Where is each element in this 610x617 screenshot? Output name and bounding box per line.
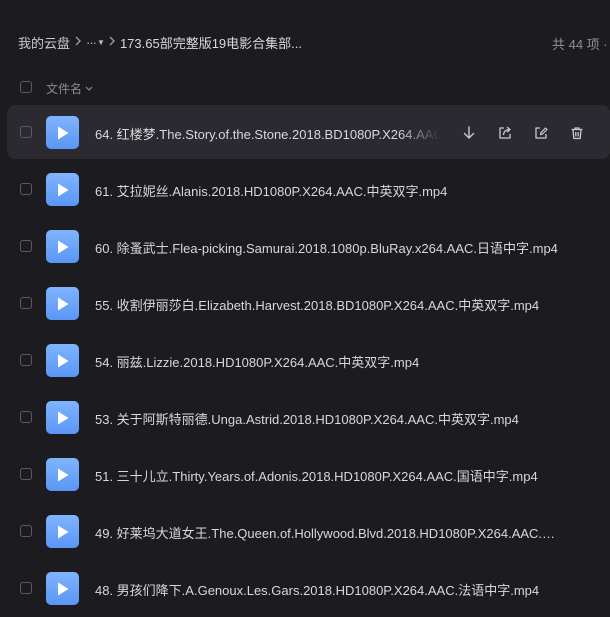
delete-icon <box>571 127 583 140</box>
download-button[interactable] <box>458 122 480 144</box>
select-all-checkbox[interactable] <box>20 81 32 93</box>
row-checkbox[interactable] <box>20 468 32 480</box>
chevron-down-icon <box>85 84 93 94</box>
file-row[interactable]: 64. 红楼梦.The.Story.of.the.Stone.2018.BD10… <box>0 104 610 161</box>
row-actions <box>458 122 602 144</box>
file-name[interactable]: 49. 好莱坞大道女王.The.Queen.of.Hollywood.Blvd.… <box>95 523 567 542</box>
video-play-icon <box>46 401 79 434</box>
row-checkbox[interactable] <box>20 126 32 138</box>
file-row[interactable]: 61. 艾拉妮丝.Alanis.2018.HD1080P.X264.AAC.中英… <box>0 161 610 218</box>
breadcrumb-more-label: ··· <box>86 34 97 50</box>
video-play-icon <box>46 230 79 263</box>
file-list: 64. 红楼梦.The.Story.of.the.Stone.2018.BD10… <box>0 104 610 617</box>
breadcrumb-current-folder: 173.65部完整版19电影合集部... <box>119 35 302 51</box>
file-row[interactable]: 53. 关于阿斯特丽德.Unga.Astrid.2018.HD1080P.X26… <box>0 389 610 446</box>
breadcrumb: 我的云盘 ··· ▼ 173.65部完整版19电影合集部... <box>18 33 302 51</box>
file-name[interactable]: 53. 关于阿斯特丽德.Unga.Astrid.2018.HD1080P.X26… <box>95 409 519 428</box>
video-play-icon <box>46 458 79 491</box>
video-play-icon <box>46 572 79 605</box>
breadcrumb-root[interactable]: 我的云盘 <box>18 33 70 52</box>
video-play-icon <box>46 515 79 548</box>
row-checkbox[interactable] <box>20 582 32 594</box>
file-name[interactable]: 54. 丽兹.Lizzie.2018.HD1080P.X264.AAC.中英双字… <box>95 352 419 371</box>
file-row[interactable]: 48. 男孩们降下.A.Genoux.Les.Gars.2018.HD1080P… <box>0 560 610 617</box>
file-name[interactable]: 60. 除蚤武士.Flea-picking.Samurai.2018.1080p… <box>95 238 558 257</box>
share-icon <box>499 126 511 139</box>
delete-button[interactable] <box>566 122 588 144</box>
video-play-icon <box>46 173 79 206</box>
row-checkbox[interactable] <box>20 297 32 309</box>
video-play-icon <box>46 116 79 149</box>
share-button[interactable] <box>494 122 516 144</box>
top-bar: 我的云盘 ··· ▼ 173.65部完整版19电影合集部... 共 44 项 · <box>0 0 610 84</box>
chevron-right-icon <box>70 35 86 49</box>
edit-icon <box>535 127 548 139</box>
file-name[interactable]: 61. 艾拉妮丝.Alanis.2018.HD1080P.X264.AAC.中英… <box>95 181 447 200</box>
breadcrumb-more-button[interactable]: ··· ▼ <box>86 34 105 50</box>
file-row[interactable]: 54. 丽兹.Lizzie.2018.HD1080P.X264.AAC.中英双字… <box>0 332 610 389</box>
download-icon <box>463 126 475 139</box>
file-name[interactable]: 51. 三十儿立.Thirty.Years.of.Adonis.2018.HD1… <box>95 466 538 485</box>
video-play-icon <box>46 287 79 320</box>
row-checkbox[interactable] <box>20 411 32 423</box>
file-row[interactable]: 60. 除蚤武士.Flea-picking.Samurai.2018.1080p… <box>0 218 610 275</box>
caret-down-icon: ▼ <box>97 37 105 47</box>
row-checkbox[interactable] <box>20 183 32 195</box>
file-row[interactable]: 51. 三十儿立.Thirty.Years.of.Adonis.2018.HD1… <box>0 446 610 503</box>
row-checkbox[interactable] <box>20 354 32 366</box>
file-name[interactable]: 55. 收割伊丽莎白.Elizabeth.Harvest.2018.BD1080… <box>95 295 539 314</box>
row-checkbox[interactable] <box>20 240 32 252</box>
chevron-right-icon <box>104 35 120 49</box>
list-header: 文件名 <box>0 74 610 102</box>
column-header-name: 文件名 <box>46 82 83 96</box>
file-row[interactable]: 55. 收割伊丽莎白.Elizabeth.Harvest.2018.BD1080… <box>0 275 610 332</box>
row-checkbox[interactable] <box>20 525 32 537</box>
edit-button[interactable] <box>530 122 552 144</box>
item-count: 共 44 项 · <box>552 37 608 52</box>
file-row[interactable]: 49. 好莱坞大道女王.The.Queen.of.Hollywood.Blvd.… <box>0 503 610 560</box>
file-name[interactable]: 48. 男孩们降下.A.Genoux.Les.Gars.2018.HD1080P… <box>95 580 539 599</box>
file-name[interactable]: 64. 红楼梦.The.Story.of.the.Stone.2018.BD10… <box>95 124 440 143</box>
video-play-icon <box>46 344 79 377</box>
sort-by-name-button[interactable]: 文件名 <box>46 80 93 97</box>
